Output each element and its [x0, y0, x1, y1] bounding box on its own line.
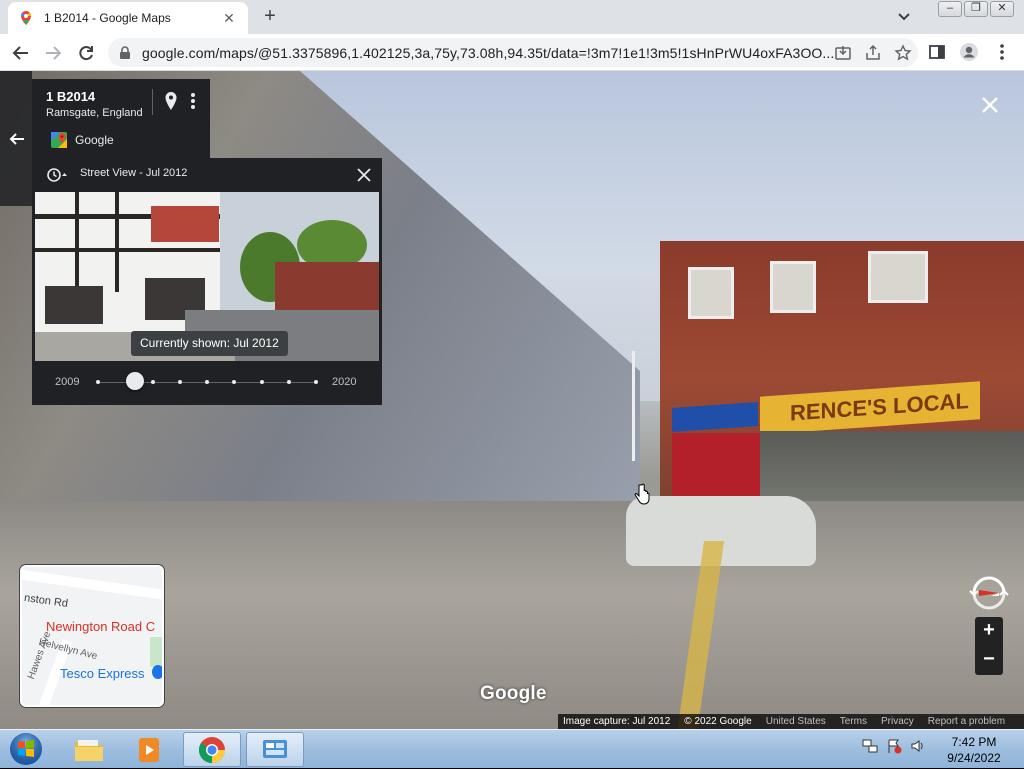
country-link[interactable]: United States: [766, 716, 826, 727]
zoom-in-button[interactable]: +: [975, 617, 1003, 646]
clock-time: 7:42 PM: [951, 735, 997, 749]
back-button[interactable]: [8, 40, 34, 66]
flag-alert-icon[interactable]: [886, 738, 902, 754]
google-maps-logo-icon: [51, 132, 67, 148]
hand-cursor-icon: [634, 483, 650, 505]
timeline-dot[interactable]: [232, 380, 237, 384]
new-tab-button[interactable]: +: [258, 6, 282, 28]
zoom-out-button[interactable]: −: [975, 646, 1003, 675]
address-bar[interactable]: google.com/maps/@51.3375896,1.402125,3a,…: [108, 38, 918, 67]
close-street-view-icon[interactable]: [978, 93, 1002, 117]
scene-pole: [632, 351, 635, 461]
street-view-canvas[interactable]: RENCE'S LOCAL 1 B2014 Ramsgate, England …: [0, 71, 1024, 729]
mini-map[interactable]: nston Rd Newington Road C Helvellyn Ave …: [20, 565, 164, 707]
control-panel-icon: [263, 739, 287, 758]
minimize-button[interactable]: –: [938, 1, 962, 17]
browser-tab-strip: 1 B2014 - Google Maps ✕ + – ❐ ✕: [0, 0, 1024, 34]
share-icon[interactable]: [864, 44, 882, 62]
clock-date: 9/24/2022: [947, 751, 1001, 765]
side-panel-icon: [929, 45, 945, 59]
time-machine-panel: Street View - Jul 2012 Currently shown: …: [32, 158, 382, 405]
timeline-start-year: 2009: [55, 376, 80, 388]
minimap-place-label[interactable]: Newington Road C: [46, 619, 155, 634]
timeline-slider-handle[interactable]: [126, 372, 145, 390]
taskbar-media-player[interactable]: [120, 732, 178, 767]
more-vert-icon[interactable]: [188, 91, 198, 111]
lock-icon[interactable]: [118, 45, 132, 60]
thumb-roof: [151, 206, 219, 242]
zoom-controls: + −: [975, 617, 1003, 675]
forward-button[interactable]: [40, 40, 66, 66]
profile-avatar-icon: [960, 43, 978, 61]
timeline-dot[interactable]: [314, 380, 318, 384]
google-maps-favicon-icon: [21, 11, 31, 25]
taskbar-clock[interactable]: 7:42 PM 9/24/2022: [934, 734, 1014, 766]
map-footer: Image capture: Jul 2012 © 2022 Google Un…: [558, 714, 1024, 729]
time-machine-header: Street View - Jul 2012: [32, 158, 382, 190]
arrow-right-icon: [46, 46, 62, 60]
imagery-source[interactable]: Google: [75, 133, 114, 147]
media-player-icon: [139, 737, 159, 762]
currently-shown-tooltip: Currently shown: Jul 2012: [131, 331, 288, 356]
compass-icon[interactable]: [966, 573, 1012, 613]
image-capture-date: Image capture: Jul 2012: [563, 716, 671, 727]
network-icon[interactable]: [862, 738, 878, 754]
chrome-icon: [198, 736, 226, 763]
privacy-link[interactable]: Privacy: [881, 716, 914, 727]
tab-title: 1 B2014 - Google Maps: [44, 11, 171, 25]
tab-close-icon[interactable]: ✕: [220, 10, 238, 27]
place-subtitle: Ramsgate, England: [46, 107, 143, 119]
back-to-map-button[interactable]: [0, 71, 32, 206]
windows-start-button[interactable]: [4, 730, 48, 769]
folder-icon: [75, 739, 103, 761]
time-machine-label: Street View - Jul 2012: [80, 167, 188, 179]
timeline-end-year: 2020: [332, 376, 357, 388]
install-app-icon[interactable]: [834, 44, 852, 62]
place-title: 1 B2014: [46, 89, 96, 104]
restore-button[interactable]: ❐: [964, 1, 988, 17]
volume-icon[interactable]: [910, 738, 926, 754]
taskbar-chrome[interactable]: [183, 732, 241, 767]
report-problem-link[interactable]: Report a problem: [928, 716, 1005, 727]
time-machine-thumbnail[interactable]: Currently shown: Jul 2012: [35, 192, 379, 361]
history-clock-icon[interactable]: [46, 167, 68, 183]
windows-taskbar: 7:42 PM 9/24/2022: [0, 729, 1024, 768]
tab-google-maps[interactable]: 1 B2014 - Google Maps ✕: [8, 2, 248, 34]
timeline-dot[interactable]: [205, 380, 209, 384]
arrow-left-icon: [12, 46, 28, 60]
side-panel-button[interactable]: [925, 40, 949, 64]
profile-button[interactable]: [957, 40, 981, 64]
minimap-road-label: nston Rd: [23, 591, 69, 611]
timeline-dot[interactable]: [150, 380, 155, 384]
arrow-left-icon: [9, 133, 24, 145]
close-icon[interactable]: [354, 165, 374, 185]
timeline-dot[interactable]: [259, 380, 264, 384]
url-text[interactable]: google.com/maps/@51.3375896,1.402125,3a,…: [142, 45, 834, 61]
more-vert-icon: [1000, 44, 1004, 60]
tab-search-chevron-icon[interactable]: [893, 8, 915, 26]
minimap-place-label[interactable]: Tesco Express: [60, 666, 145, 681]
divider: [152, 89, 153, 115]
google-watermark: Google: [480, 683, 547, 704]
timeline-dot[interactable]: [286, 380, 291, 384]
close-window-button[interactable]: ✕: [990, 1, 1014, 17]
minimap-poi-icon[interactable]: [152, 665, 162, 679]
chrome-menu-button[interactable]: [990, 40, 1014, 64]
location-pin-icon[interactable]: [164, 91, 178, 111]
browser-toolbar: google.com/maps/@51.3375896,1.402125,3a,…: [0, 34, 1024, 71]
minimap-park: [150, 637, 162, 667]
window-controls: – ❐ ✕: [938, 1, 1014, 17]
taskbar-file-explorer[interactable]: [60, 732, 118, 767]
reload-icon: [79, 46, 93, 61]
terms-link[interactable]: Terms: [840, 716, 867, 727]
timeline-dot[interactable]: [177, 380, 182, 384]
address-card: 1 B2014 Ramsgate, England Google: [32, 79, 210, 159]
system-tray: [862, 738, 926, 754]
reload-button[interactable]: [73, 40, 99, 66]
taskbar-control-panel[interactable]: [246, 732, 304, 767]
copyright-text: © 2022 Google: [684, 716, 752, 727]
bookmark-star-icon[interactable]: [894, 43, 912, 62]
timeline-dot[interactable]: [96, 380, 100, 384]
